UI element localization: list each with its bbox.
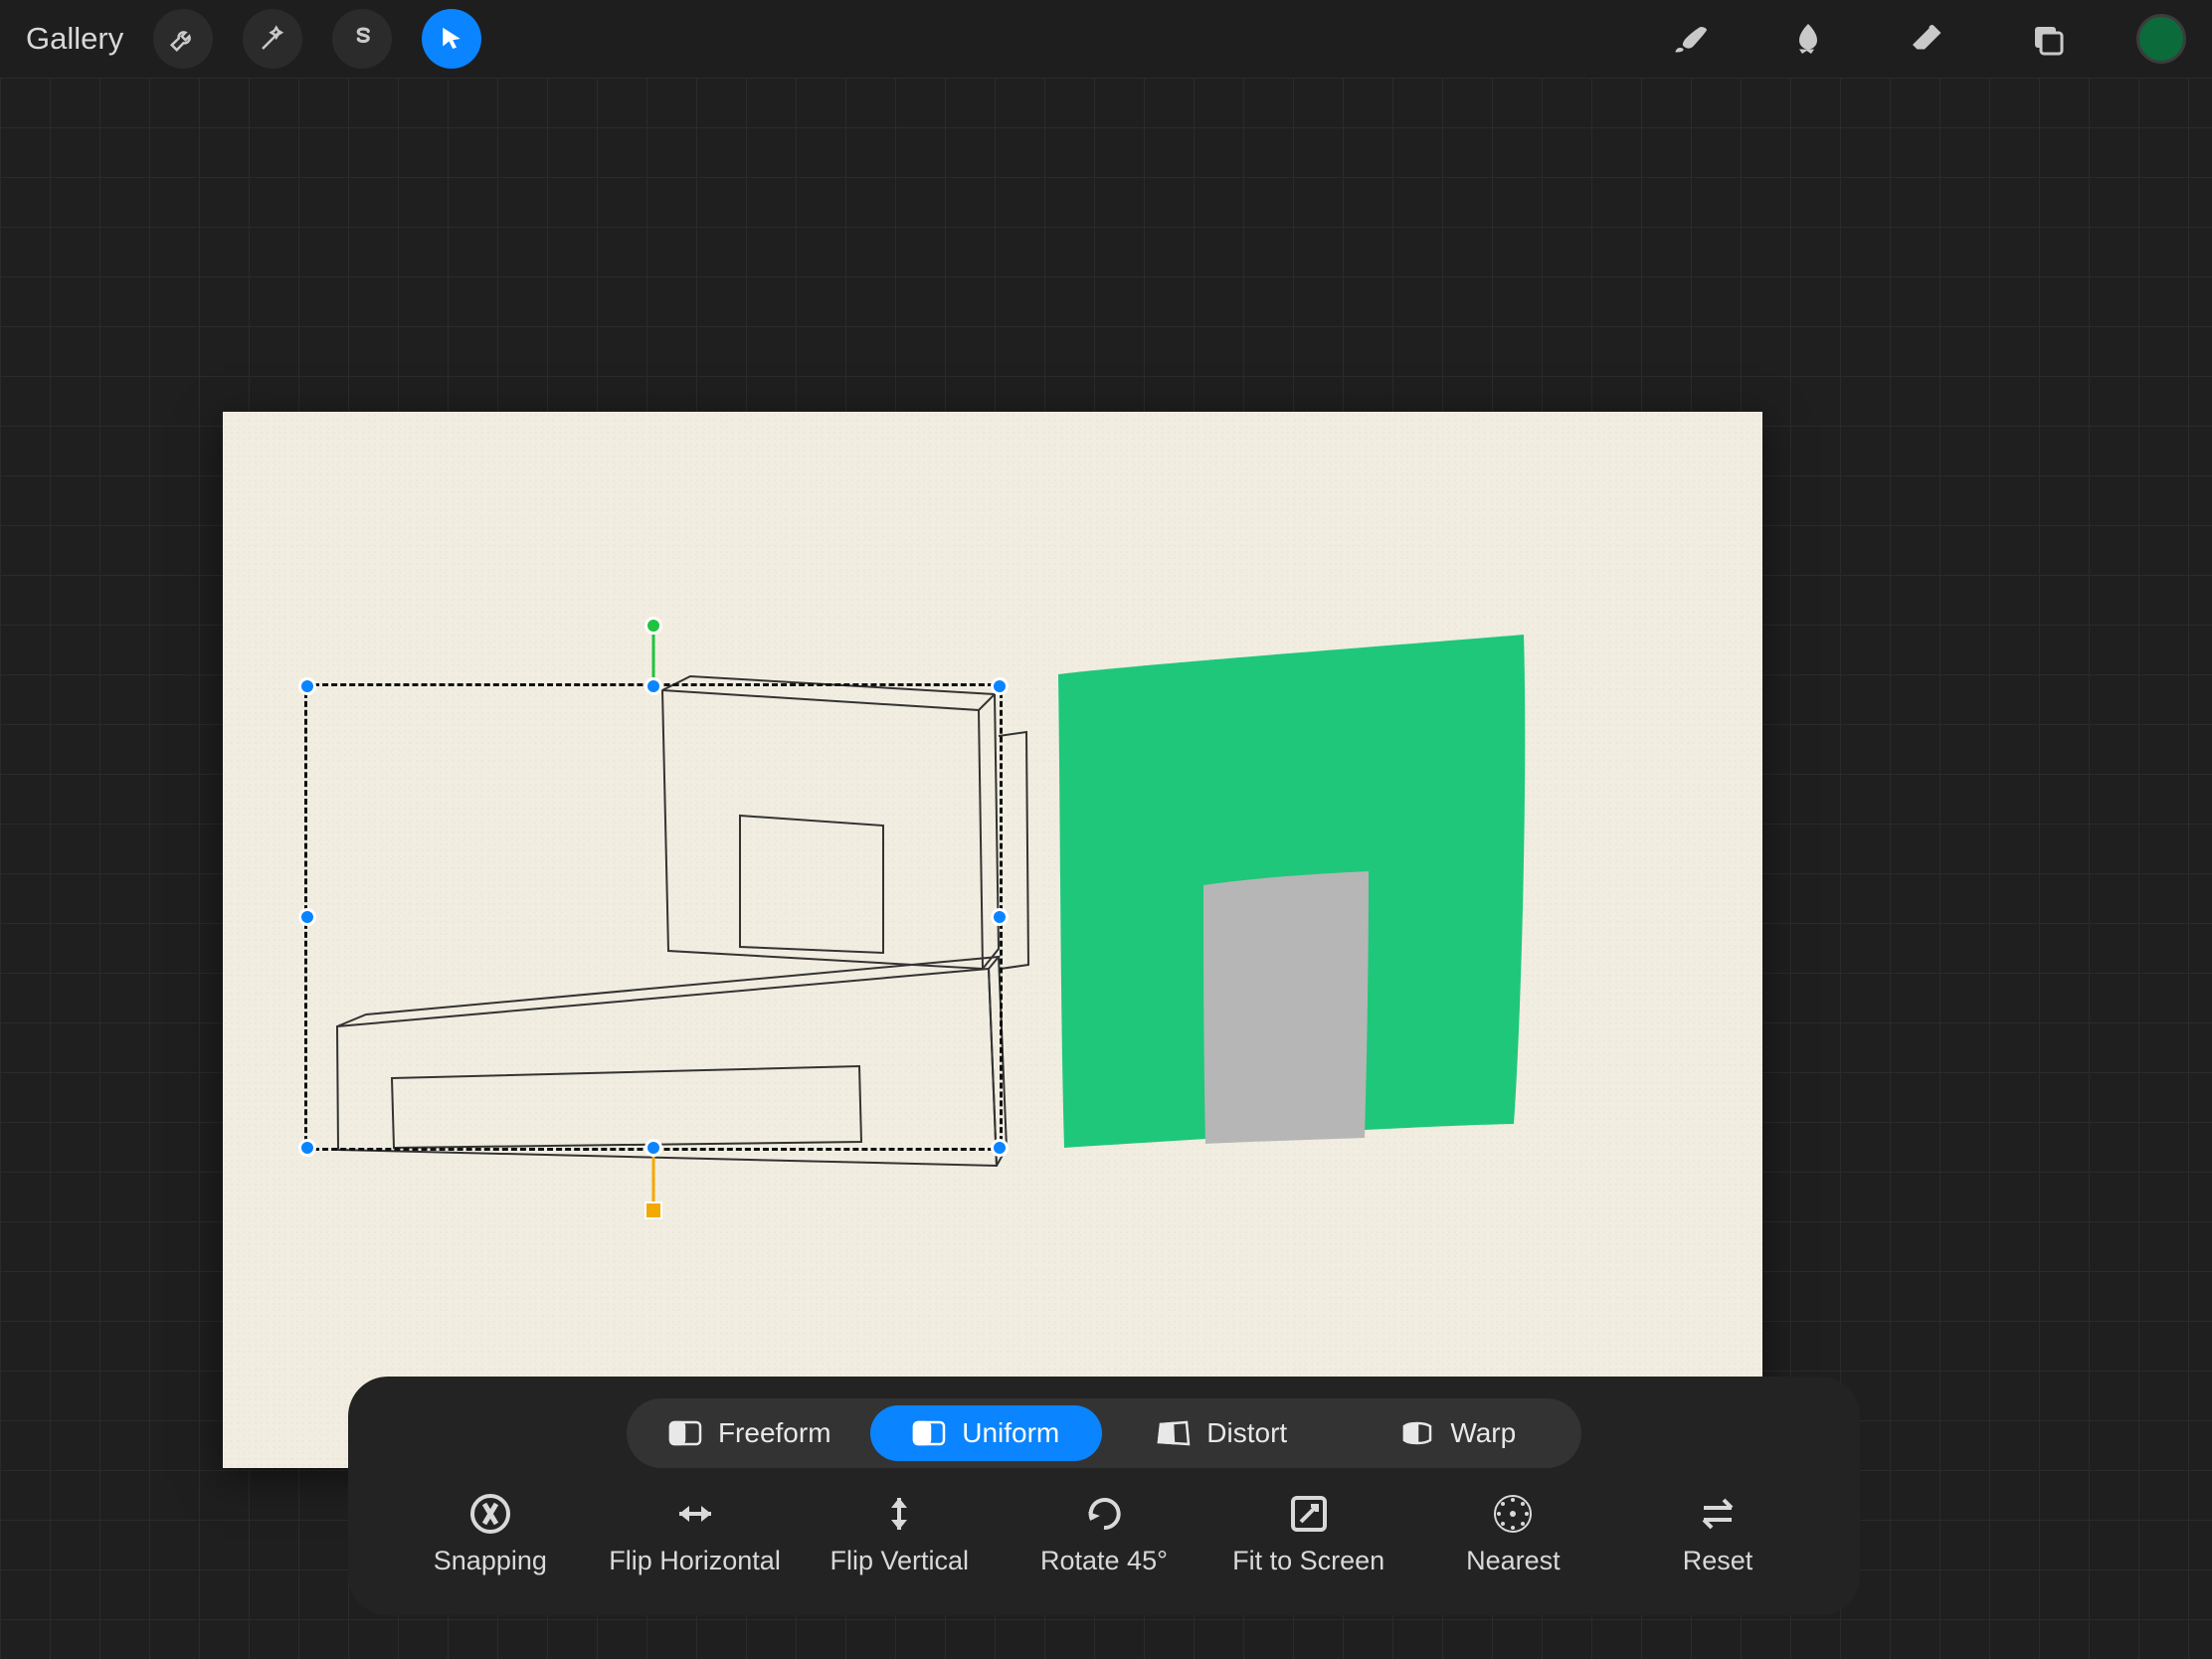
selection-handle-tc[interactable]	[645, 677, 662, 695]
action-rotate-45[interactable]: Rotate 45°	[1005, 1492, 1203, 1576]
brush-icon[interactable]	[1659, 9, 1719, 69]
transform-mode-segmented: Freeform Uniform Distort Warp	[627, 1398, 1581, 1468]
action-flip-vertical[interactable]: Flip Vertical	[800, 1492, 999, 1576]
snapping-icon	[468, 1492, 512, 1536]
scale-handle-line	[652, 1154, 655, 1205]
selection-handle-tr[interactable]	[991, 677, 1009, 695]
toolbar-right-group	[1659, 9, 2186, 69]
selection-handle-bl[interactable]	[298, 1139, 316, 1157]
smudge-icon[interactable]	[1778, 9, 1838, 69]
selection-handle-tl[interactable]	[298, 677, 316, 695]
action-nearest-label: Nearest	[1466, 1546, 1561, 1576]
action-reset[interactable]: Reset	[1618, 1492, 1817, 1576]
mode-distort[interactable]: Distort	[1106, 1405, 1339, 1461]
fit-screen-icon	[1287, 1492, 1331, 1536]
action-nearest[interactable]: Nearest	[1413, 1492, 1612, 1576]
action-snapping[interactable]: Snapping	[391, 1492, 590, 1576]
warp-icon	[1400, 1420, 1434, 1446]
layers-icon[interactable]	[2017, 9, 2077, 69]
selection-handle-mr[interactable]	[991, 908, 1009, 926]
action-rotate-45-label: Rotate 45°	[1040, 1546, 1168, 1576]
flip-vertical-icon	[877, 1492, 921, 1536]
action-snapping-label: Snapping	[434, 1546, 547, 1576]
action-flip-horizontal-label: Flip Horizontal	[609, 1546, 781, 1576]
selection-bounding-box[interactable]	[304, 683, 1003, 1151]
selection-s-icon[interactable]	[332, 9, 392, 69]
mode-freeform[interactable]: Freeform	[634, 1405, 866, 1461]
wrench-icon[interactable]	[153, 9, 213, 69]
rotate-45-icon	[1082, 1492, 1126, 1536]
cursor-icon[interactable]	[422, 9, 481, 69]
flip-horizontal-icon	[673, 1492, 717, 1536]
uniform-icon	[912, 1420, 946, 1446]
selection-handle-ml[interactable]	[298, 908, 316, 926]
nearest-icon	[1491, 1492, 1535, 1536]
mode-distort-label: Distort	[1206, 1417, 1287, 1449]
selection-handle-bc[interactable]	[645, 1139, 662, 1157]
action-flip-vertical-label: Flip Vertical	[830, 1546, 969, 1576]
action-flip-horizontal[interactable]: Flip Horizontal	[596, 1492, 795, 1576]
gallery-button[interactable]: Gallery	[26, 21, 123, 57]
action-fit-screen-label: Fit to Screen	[1232, 1546, 1384, 1576]
eraser-icon[interactable]	[1898, 9, 1957, 69]
mode-warp[interactable]: Warp	[1343, 1405, 1575, 1461]
freeform-icon	[668, 1420, 702, 1446]
selection-handle-br[interactable]	[991, 1139, 1009, 1157]
transform-action-row: Snapping Flip Horizontal Flip Vertical R…	[388, 1492, 1820, 1576]
toolbar-left-group: Gallery	[26, 9, 481, 69]
action-reset-label: Reset	[1683, 1546, 1753, 1576]
mode-warp-label: Warp	[1450, 1417, 1516, 1449]
magic-wand-icon[interactable]	[243, 9, 302, 69]
scale-handle[interactable]	[645, 1201, 662, 1219]
rotate-handle[interactable]	[645, 617, 662, 635]
transform-panel: Freeform Uniform Distort Warp	[348, 1377, 1860, 1615]
top-toolbar: Gallery	[0, 0, 2212, 78]
mode-uniform[interactable]: Uniform	[870, 1405, 1103, 1461]
mode-uniform-label: Uniform	[962, 1417, 1059, 1449]
canvas-grid-area[interactable]: Freeform Uniform Distort Warp	[0, 78, 2212, 1659]
action-fit-screen[interactable]: Fit to Screen	[1209, 1492, 1408, 1576]
color-swatch[interactable]	[2136, 14, 2186, 64]
distort-icon	[1157, 1420, 1191, 1446]
mode-freeform-label: Freeform	[718, 1417, 831, 1449]
reset-icon	[1696, 1492, 1740, 1536]
